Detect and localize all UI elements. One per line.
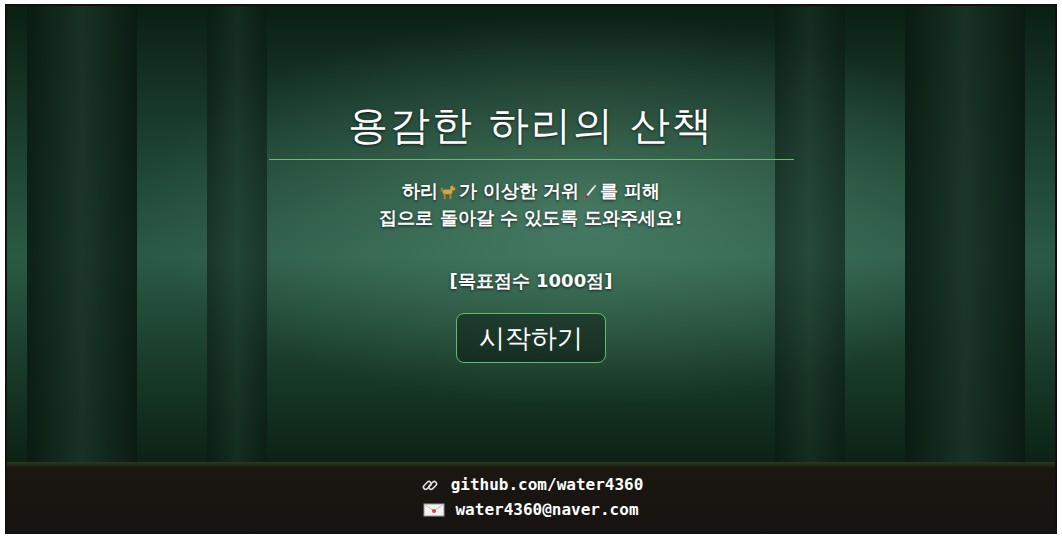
github-link[interactable]: github.com/water4360 [419, 475, 644, 494]
intro-text: 하리가 이상한 거위를 피해집으로 돌아갈 수 있도록 도와주세요! [379, 180, 682, 229]
game-window: 용감한 하리의 산책하리가 이상한 거위를 피해집으로 돌아갈 수 있도록 도와… [0, 0, 1062, 538]
game-title: 용감한 하리의 산책 [269, 98, 794, 160]
email-link[interactable]: water4360@naver.com [423, 500, 638, 519]
knife-icon [580, 182, 599, 201]
intro-line: 집으로 돌아갈 수 있도록 도와주세요! [379, 207, 682, 230]
forest-scene: 용감한 하리의 산책하리가 이상한 거위를 피해집으로 돌아갈 수 있도록 도와… [7, 6, 1055, 462]
tree-trunk [207, 6, 267, 462]
start-button[interactable]: 시작하기 [456, 313, 606, 363]
dog-icon [439, 182, 458, 201]
tree-trunk [27, 6, 137, 462]
tree-trunk [775, 6, 845, 462]
start-panel: 용감한 하리의 산책하리가 이상한 거위를 피해집으로 돌아갈 수 있도록 도와… [7, 6, 1055, 363]
link-icon [419, 476, 441, 494]
tree-trunk [905, 6, 1025, 462]
envelope-icon [423, 501, 445, 519]
footer: github.com/water4360 water4360@naver.com [7, 462, 1055, 532]
game-frame: 용감한 하리의 산책하리가 이상한 거위를 피해집으로 돌아갈 수 있도록 도와… [5, 4, 1057, 534]
intro-line: 하리가 이상한 거위를 피해 [402, 180, 661, 203]
goal-score: [목표점수 1000점] [450, 269, 613, 293]
